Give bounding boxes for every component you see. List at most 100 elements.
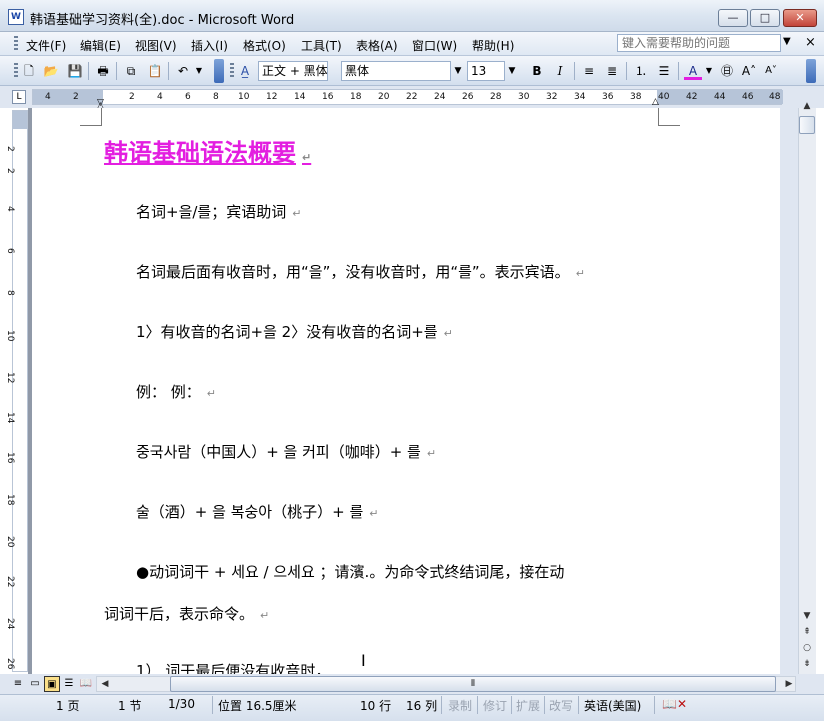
ruler-number: 12: [266, 92, 278, 102]
ruler-number: 2: [73, 92, 79, 102]
shrink-font-icon[interactable]: A˅: [762, 62, 780, 80]
menu-table[interactable]: 表格(A): [356, 37, 398, 54]
vertical-scroll-thumb[interactable]: [799, 116, 815, 134]
paragraph: 名词+을/를；宾语助词 ↵: [136, 203, 302, 221]
toolbar-options-icon[interactable]: [214, 59, 224, 83]
scroll-down-icon[interactable]: ▼: [798, 608, 816, 624]
grow-font-icon[interactable]: A˄: [740, 62, 758, 80]
status-line: 10 行: [360, 699, 392, 713]
font-color-dropdown-icon[interactable]: ▼: [704, 62, 714, 80]
menu-window[interactable]: 窗口(W): [412, 37, 457, 54]
style-combo[interactable]: 正文 + 黑体: [258, 61, 328, 81]
font-size-dropdown-icon[interactable]: ▼: [506, 61, 518, 81]
font-combo[interactable]: 黑体: [341, 61, 451, 81]
align-right-icon[interactable]: ≣: [603, 62, 621, 80]
help-dropdown-arrow-icon[interactable]: ▼: [783, 36, 791, 47]
menu-grip-handle[interactable]: [14, 36, 18, 52]
ruler-number: 10: [238, 92, 250, 102]
ruler-number: 22: [406, 92, 418, 102]
reading-layout-view-icon[interactable]: 📖: [78, 676, 94, 692]
bold-button[interactable]: B: [528, 62, 546, 80]
phonetic-guide-icon[interactable]: ㊐: [718, 62, 736, 80]
next-page-icon[interactable]: ⇟: [798, 656, 816, 672]
save-icon[interactable]: 💾: [66, 62, 84, 80]
status-page-of: 1/30: [168, 697, 195, 711]
tab-selector-icon[interactable]: L: [12, 90, 26, 104]
vruler-number: 24: [5, 618, 15, 630]
word-app-icon: W: [8, 9, 24, 25]
vruler-number: 18: [5, 494, 15, 506]
paragraph: 1） 词干最后便没有收音时，: [136, 662, 331, 674]
menu-file[interactable]: 文件(F): [26, 37, 66, 54]
right-indent-marker-icon[interactable]: △: [652, 97, 659, 107]
ruler-number: 44: [714, 92, 726, 102]
status-record[interactable]: 录制: [448, 697, 472, 714]
close-button[interactable]: ✕: [783, 9, 817, 27]
outline-view-icon[interactable]: ☰: [61, 676, 77, 692]
copy-icon[interactable]: ⧉: [122, 62, 140, 80]
ruler-number: 34: [574, 92, 586, 102]
paragraph: 술（酒）+ 을 복숭아（桃子）+ 를 ↵: [136, 503, 379, 521]
normal-view-icon[interactable]: ≡: [10, 676, 26, 692]
format-toolbar-grip-handle[interactable]: [230, 63, 234, 79]
ruler-number: 48: [769, 92, 781, 102]
help-search-input[interactable]: [617, 34, 781, 52]
horizontal-scroll-thumb[interactable]: ⦀: [170, 676, 776, 692]
menu-format[interactable]: 格式(O): [243, 37, 286, 54]
undo-dropdown-icon[interactable]: ▼: [194, 62, 204, 80]
scroll-left-icon[interactable]: ◀: [96, 676, 114, 692]
text-cursor-icon: I: [361, 651, 366, 670]
align-center-icon[interactable]: ≡: [580, 62, 598, 80]
status-track-changes[interactable]: 修订: [483, 697, 507, 714]
vertical-scrollbar[interactable]: [798, 108, 816, 674]
maximize-button[interactable]: □: [750, 9, 780, 27]
font-size-combo[interactable]: 13: [467, 61, 505, 81]
vertical-ruler[interactable]: [12, 110, 28, 672]
select-browse-object-icon[interactable]: ○: [798, 640, 816, 656]
ruler-number: 38: [630, 92, 642, 102]
paragraph: ●动词词干 + 세요 / 으세요 ；请濱.。为命令式终结词尾，接在动: [136, 563, 565, 581]
ruler-number: 28: [490, 92, 502, 102]
menu-tools[interactable]: 工具(T): [301, 37, 342, 54]
margin-corner-mark: [80, 108, 102, 126]
numbered-list-icon[interactable]: ⒈: [632, 62, 650, 80]
previous-page-icon[interactable]: ⇞: [798, 624, 816, 640]
ruler-number: 18: [350, 92, 362, 102]
menu-help[interactable]: 帮助(H): [472, 37, 514, 54]
scroll-up-icon[interactable]: ▲: [798, 98, 816, 114]
paragraph: 名词最后面有收音时，用“을”，没有收音时，用“를”。表示宾语。 ↵: [136, 263, 585, 281]
minimize-button[interactable]: —: [718, 9, 748, 27]
vruler-number: 20: [5, 536, 15, 548]
status-position: 位置 16.5厘米: [218, 699, 297, 713]
format-toolbar-options-icon[interactable]: [806, 59, 816, 83]
undo-icon[interactable]: ↶: [174, 62, 192, 80]
menu-view[interactable]: 视图(V): [135, 37, 177, 54]
print-layout-view-icon[interactable]: ▣: [44, 676, 60, 692]
paragraph: 词词干后，表示命令。 ↵: [104, 605, 270, 623]
close-icon: ✕: [795, 11, 805, 24]
styles-formatting-icon[interactable]: A̲: [236, 62, 254, 80]
scroll-right-icon[interactable]: ▶: [780, 676, 798, 692]
ruler-number: 30: [518, 92, 530, 102]
font-color-icon[interactable]: A: [684, 62, 702, 80]
italic-button[interactable]: I: [551, 62, 569, 80]
new-document-icon[interactable]: 🗋: [20, 62, 38, 80]
paste-icon[interactable]: 📋: [146, 62, 164, 80]
menu-edit[interactable]: 编辑(E): [80, 37, 121, 54]
web-layout-view-icon[interactable]: ▭: [27, 676, 43, 692]
bullet-list-icon[interactable]: ☰: [655, 62, 673, 80]
spelling-grammar-status-icon[interactable]: 📖✕: [662, 697, 687, 711]
minimize-icon: —: [727, 11, 739, 24]
font-dropdown-icon[interactable]: ▼: [452, 61, 464, 81]
status-extend[interactable]: 扩展: [516, 697, 540, 714]
print-icon[interactable]: 🖶: [94, 62, 112, 80]
status-language[interactable]: 英语(美国): [584, 697, 641, 714]
close-document-icon[interactable]: ×: [805, 35, 816, 50]
ruler-number: 2: [129, 92, 135, 102]
status-overtype[interactable]: 改写: [549, 697, 573, 714]
paragraph: 중국사람（中国人）+ 을 커피（咖啡）+ 를 ↵: [136, 443, 437, 461]
vruler-number: 2: [5, 146, 15, 152]
open-folder-icon[interactable]: 📂: [42, 62, 60, 80]
menu-insert[interactable]: 插入(I): [191, 37, 228, 54]
toolbar-grip-handle[interactable]: [14, 63, 18, 79]
